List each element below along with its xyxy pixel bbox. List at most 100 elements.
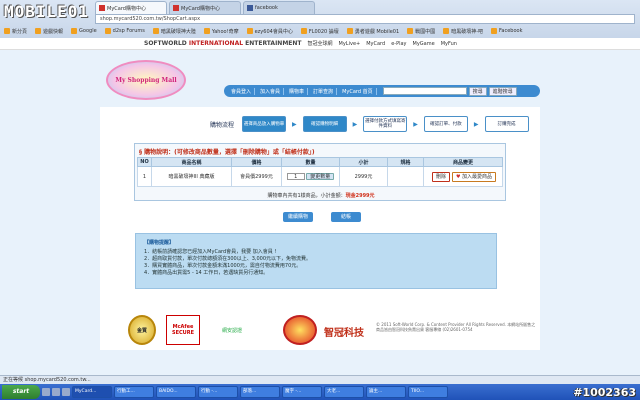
sw-link[interactable]: MyLive+ xyxy=(339,41,361,47)
quantity-input[interactable]: 1 xyxy=(286,173,305,180)
step-add-to-cart: 選擇商品放入購物車 xyxy=(242,116,287,132)
my-mall-logo[interactable]: My Shopping Mall xyxy=(106,60,186,100)
update-quantity-button[interactable]: 變更數量 xyxy=(306,173,335,180)
banner: My Shopping Mall 會員登入 加入會員 購物車 訂單查詢 MyCa… xyxy=(100,58,540,104)
notes-title: 【購物提醒】 xyxy=(144,240,175,246)
step-arrow-icon: ▶ xyxy=(292,120,297,128)
softworld-mascot-icon xyxy=(283,315,317,345)
taskbar-item[interactable]: 魔字 -... xyxy=(282,386,322,398)
nav-orders[interactable]: 訂單查詢 xyxy=(310,87,338,95)
add-favorite-button[interactable]: ♥ 加入最愛商品 xyxy=(451,171,497,182)
taskbar-item[interactable]: 行動工... xyxy=(114,386,154,398)
bookmark-icon xyxy=(4,28,10,34)
quicklaunch-icon[interactable] xyxy=(52,388,60,396)
bookmark-item[interactable]: ezy604會員中心 xyxy=(246,28,293,35)
bookmark-icon xyxy=(443,28,450,34)
taskbar-item[interactable]: TIIO... xyxy=(408,386,448,398)
bookmark-icon xyxy=(152,28,159,34)
step-arrow-icon: ▶ xyxy=(413,120,418,128)
cart-table: NO 商品名稱 價格 數量 小計 規格 商品變更 1 暗黑破壞神III 典藏版 … xyxy=(137,157,503,187)
delete-button[interactable]: 刪除 xyxy=(431,171,450,182)
bookmark-item[interactable]: 新分頁 xyxy=(4,28,27,35)
steps-title: 購物流程 xyxy=(210,121,235,129)
table-header-row: NO 商品名稱 價格 數量 小計 規格 商品變更 xyxy=(137,157,503,167)
sw-link[interactable]: MyFun xyxy=(441,41,457,47)
bookmark-item[interactable]: Yahoo!奇摩 xyxy=(203,28,239,35)
row-subtotal: 2999元 xyxy=(339,166,388,187)
taskbar-item[interactable]: 大老... xyxy=(324,386,364,398)
address-bar[interactable]: shop.mycard520.com.tw/ShopCart.aspx xyxy=(95,14,635,24)
watermark-logo: MOBILE01 xyxy=(4,2,90,21)
security-cert-badge[interactable]: 網安認證 xyxy=(208,315,256,345)
mcafee-secure-badge[interactable]: McAfee SECURE xyxy=(166,315,200,345)
continue-shopping-button[interactable]: 繼續購物 xyxy=(283,212,313,222)
cart-instructions: § 購物說明：(可修改商品數量，選擇「刪除購物」或「結帳付款」) xyxy=(139,149,315,156)
nav-login[interactable]: 會員登入 xyxy=(228,87,256,95)
advanced-search-button[interactable]: 進階搜尋 xyxy=(488,86,517,96)
col-spec: 規格 xyxy=(387,157,424,167)
row-price: 會員價2999元 xyxy=(231,166,282,187)
bookmark-item[interactable]: 遊戲快報 xyxy=(35,28,63,35)
bookmark-icon xyxy=(71,28,78,34)
bookmark-item[interactable]: Google xyxy=(71,28,97,34)
softworld-logo[interactable]: SOFTWORLD INTERNATIONAL ENTERTAINMENT xyxy=(144,40,302,47)
status-bar: 正在等候 shop.mycard520.com.tw... xyxy=(0,375,640,384)
start-button[interactable]: start xyxy=(2,385,40,399)
total-amount: 現金2999元 xyxy=(345,193,375,199)
col-qty: 數量 xyxy=(281,157,340,167)
tab-favicon-icon xyxy=(173,5,179,11)
bookmark-item[interactable]: 暗黑破壞神-吧 xyxy=(443,28,483,35)
search-button[interactable]: 搜尋 xyxy=(468,86,487,96)
quicklaunch-icon[interactable] xyxy=(42,388,50,396)
bookmark-item[interactable]: 戰國中國 xyxy=(407,28,435,35)
col-actions: 商品變更 xyxy=(423,157,503,167)
bookmark-item[interactable]: FL0020 論壇 xyxy=(300,28,339,35)
footer: 金質 McAfee SECURE 網安認證 智冠科技 © 2011 Soft-Wo… xyxy=(100,312,540,350)
col-name: 商品名稱 xyxy=(151,157,232,167)
bookmark-item[interactable]: Facebook xyxy=(491,28,523,34)
site-nav: 會員登入 加入會員 購物車 訂單查詢 MyCard 首頁 搜尋 進階搜尋 xyxy=(224,85,540,97)
taskbar-item[interactable]: MyCard... xyxy=(72,386,112,398)
taskbar-item[interactable]: 部落... xyxy=(240,386,280,398)
row-qty-cell: 1 變更數量 xyxy=(281,166,340,187)
taskbar-item[interactable]: 論主... xyxy=(366,386,406,398)
sw-link[interactable]: MyGame xyxy=(413,41,435,47)
sw-link[interactable]: MyCard xyxy=(366,41,385,47)
col-subtotal: 小計 xyxy=(339,157,388,167)
search-input[interactable] xyxy=(382,87,467,95)
nav-register[interactable]: 加入會員 xyxy=(257,87,285,95)
bookmark-item[interactable]: d2sp Forums xyxy=(104,28,145,34)
sw-link[interactable]: e-Play xyxy=(391,41,406,47)
cart-total: 購物車內共有1樣商品，小計金額：現金2999元 xyxy=(267,193,375,199)
sw-link[interactable]: 智冠全球網 xyxy=(308,40,333,47)
cart-section: § 購物說明：(可修改商品數量，選擇「刪除購物」或「結帳付款」) NO 商品名稱… xyxy=(134,143,506,201)
nav-mycard-home[interactable]: MyCard 首頁 xyxy=(339,87,377,95)
softworld-brand: 智冠科技 xyxy=(324,328,364,339)
bookmark-icon xyxy=(300,28,307,34)
step-complete: 訂購完成 xyxy=(484,116,529,132)
bookmark-item[interactable]: 暗黑破壞神大陸 xyxy=(152,28,196,35)
taskbar-item[interactable]: BAIDO... xyxy=(156,386,196,398)
taskbar-item[interactable]: 行動 -... xyxy=(198,386,238,398)
step-arrow-icon: ▶ xyxy=(473,120,479,128)
browser-tab-3[interactable]: facebook xyxy=(243,1,315,14)
checkout-button[interactable]: 結帳 xyxy=(331,212,361,222)
row-name[interactable]: 暗黑破壞神III 典藏版 xyxy=(151,166,232,187)
browser-tab-2[interactable]: MyCard購物中心 xyxy=(169,1,241,14)
page-content: My Shopping Mall 會員登入 加入會員 購物車 訂單查詢 MyCa… xyxy=(0,50,640,375)
note-line: 3．購買實體商品，單次付款金額未滿1000元，需自付物流費用70元。 xyxy=(144,263,302,269)
action-buttons: 繼續購物 結帳 xyxy=(283,212,361,222)
nav-cart[interactable]: 購物車 xyxy=(286,87,309,95)
browser-chrome: MyCard購物中心 MyCard購物中心 facebook shop.myca… xyxy=(0,0,640,42)
copyright-text: © 2011 Soft-World Corp. & Content Provid… xyxy=(376,322,536,332)
bookmark-item[interactable]: 勇者遊戲 Mobile01 xyxy=(346,28,399,35)
watermark-id: #1002363 xyxy=(573,386,636,399)
bookmark-icon xyxy=(246,28,253,34)
row-actions: 刪除 ♥ 加入最愛商品 xyxy=(423,166,503,187)
row-spec xyxy=(387,166,424,187)
quicklaunch-icon[interactable] xyxy=(62,388,70,396)
step-arrow-icon: ▶ xyxy=(352,120,358,128)
gold-award-icon: 金質 xyxy=(128,315,156,345)
bookmark-icon xyxy=(104,28,111,34)
browser-tab-1[interactable]: MyCard購物中心 xyxy=(95,1,167,14)
